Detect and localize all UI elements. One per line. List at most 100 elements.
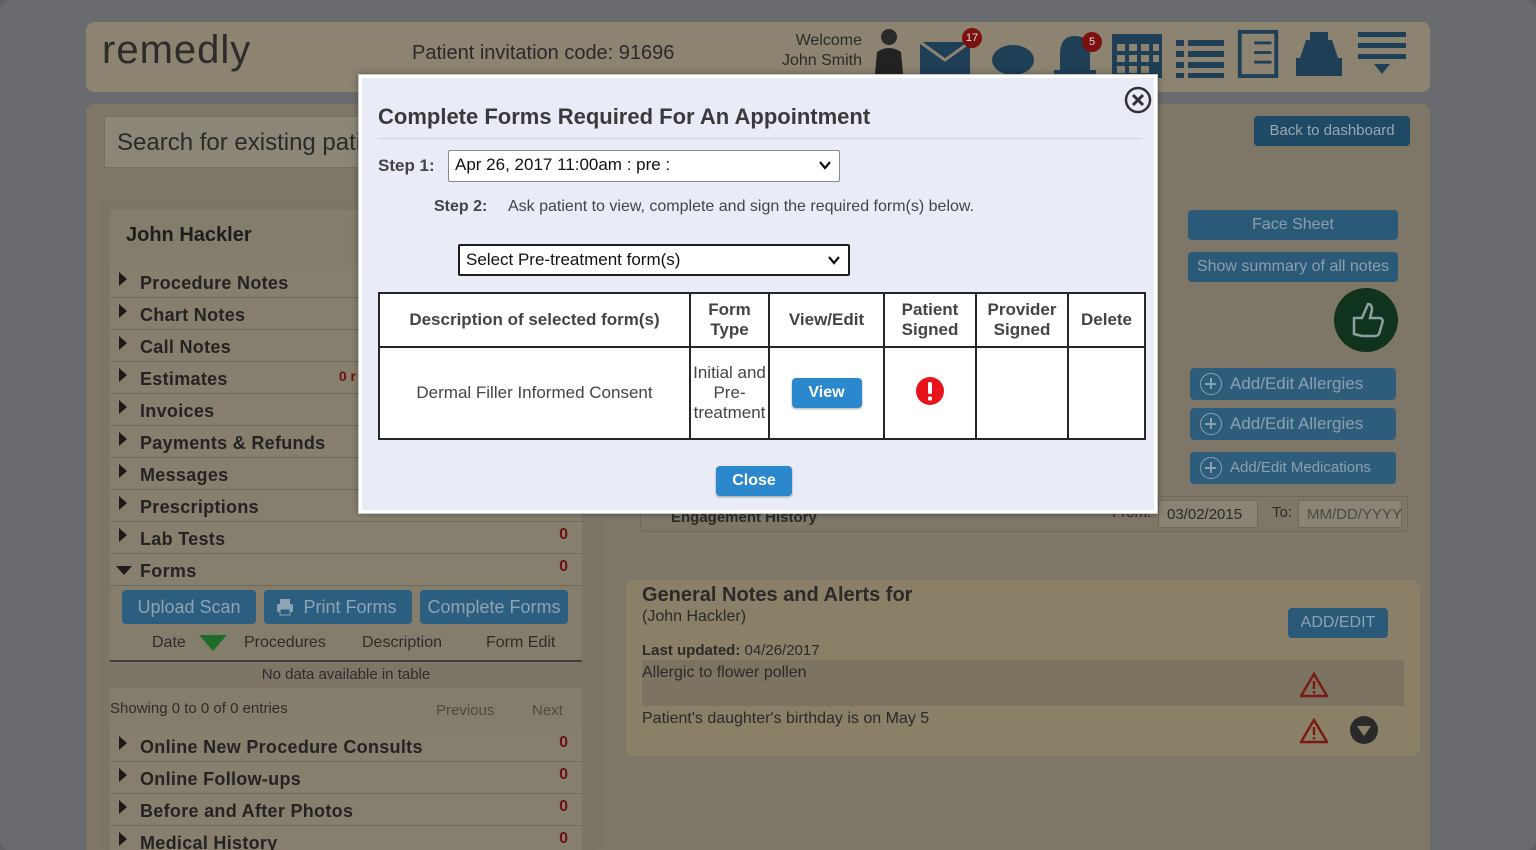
pretreatment-form-select[interactable]: Select Pre-treatment form(s) [458,244,850,276]
add-edit-allergies-button[interactable]: Add/Edit Allergies [1190,368,1396,400]
print-forms-button[interactable]: Print Forms [264,590,412,624]
modal-body: Complete Forms Required For An Appointme… [362,78,1154,510]
patient-invitation-code: Patient invitation code: 91696 [412,42,675,64]
last-updated-label: Last updated: [642,642,741,659]
patient-name: John Hackler [126,224,252,246]
show-summary-button[interactable]: Show summary of all notes [1188,252,1398,282]
appointment-select-value: Apr 26, 2017 11:00am : pre : [455,155,671,174]
nav-item-count: 0 [559,558,568,575]
nav-item-forms[interactable]: Forms 0 [110,554,582,586]
add-edit-allergies-button-2[interactable]: Add/Edit Allergies [1190,408,1396,440]
step2-label: Step 2: [434,198,488,215]
col-description[interactable]: Description [362,634,442,652]
cash-register-icon[interactable] [1292,28,1346,78]
thumbs-up-icon[interactable] [1334,288,1398,352]
last-updated-value: 04/26/2017 [744,642,820,659]
nav-item-label: Online New Procedure Consults [140,737,423,757]
selected-forms-table: Description of selected form(s) Form Typ… [378,292,1146,440]
nav-item-label: Online Follow-ups [140,769,302,789]
th-view-edit: View/Edit [768,292,885,348]
title-divider [378,138,1142,139]
expand-triangle-icon [119,368,127,382]
add-edit-medications-button[interactable]: Add/Edit Medications [1190,452,1396,484]
th-description: Description of selected form(s) [378,292,691,348]
clipboard-checklist-icon[interactable] [1236,28,1280,78]
nav-item-count: 0 [559,766,568,783]
expand-triangle-icon [119,272,127,286]
delete-cell[interactable] [1067,346,1146,440]
nav-item-lab-tests[interactable]: Lab Tests 0 [110,522,582,554]
expand-down-icon[interactable] [1350,716,1378,744]
nav-item-label: Chart Notes [140,305,246,325]
expand-triangle-icon [119,464,127,478]
patient-nav-list-2: Online New Procedure Consults 0 Online Fo… [110,730,582,850]
nav-item-online-follow-ups[interactable]: Online Follow-ups 0 [110,762,582,794]
pagination-next[interactable]: Next [532,702,563,719]
welcome-user-name: John Smith [781,52,862,69]
nav-item-before-after-photos[interactable]: Before and After Photos 0 [110,794,582,826]
add-edit-allergies-label: Add/Edit Allergies [1230,374,1364,393]
general-notes-title: General Notes and Alerts for [642,584,913,606]
view-cell: View [768,346,885,440]
menu-icon[interactable] [1356,28,1408,78]
patient-signed-cell [883,346,977,440]
last-updated: Last updated: 04/26/2017 [642,642,820,659]
mail-badge: 17 [962,28,982,48]
patient-search-input[interactable]: Search for existing patie [104,116,394,168]
remedly-logo[interactable]: remedly [102,28,251,73]
calendar-icon[interactable] [1110,28,1164,78]
complete-forms-button[interactable]: Complete Forms [420,590,568,624]
back-to-dashboard-button[interactable]: Back to dashboard [1254,116,1410,146]
nav-item-count: 0 [559,798,568,815]
complete-forms-modal: Complete Forms Required For An Appointme… [358,74,1158,514]
chevron-down-icon [828,256,840,265]
modal-title: Complete Forms Required For An Appointme… [378,104,871,129]
list-icon[interactable] [1174,28,1226,78]
expand-triangle-icon [119,496,127,510]
collapse-triangle-icon [116,566,132,575]
th-patient-signed: Patient Signed [883,292,977,348]
warning-icon [1300,672,1328,698]
alert-icon [916,376,944,405]
add-edit-medications-label: Add/Edit Medications [1230,459,1371,476]
plus-circle-icon [1200,413,1222,435]
nav-item-medical-history[interactable]: Medical History 0 [110,826,582,850]
appointment-select[interactable]: Apr 26, 2017 11:00am : pre : [448,150,840,182]
user-avatar[interactable] [872,26,906,74]
nav-item-label: Messages [140,465,229,485]
nav-item-count: 0 r [338,368,356,384]
nav-item-label: Prescriptions [140,497,259,517]
welcome-line: Welcome [795,32,862,49]
note-item: Allergic to flower pollen [642,660,1404,706]
col-form-edit[interactable]: Form Edit [486,634,555,652]
th-delete: Delete [1067,292,1146,348]
close-button[interactable]: Close [716,466,792,496]
plus-circle-icon [1200,457,1222,479]
col-date[interactable]: Date [152,634,186,652]
to-date-input[interactable]: MM/DD/YYYY [1298,500,1402,528]
step2-instructions: Ask patient to view, complete and sign t… [508,198,975,215]
expand-triangle-icon [119,432,127,446]
view-button[interactable]: View [791,378,862,408]
face-sheet-button[interactable]: Face Sheet [1188,210,1398,240]
chevron-down-icon [819,161,831,170]
sort-desc-icon[interactable] [198,634,228,652]
nav-item-label: Estimates [140,369,228,389]
plus-circle-icon [1200,373,1222,395]
close-icon[interactable] [1124,86,1152,114]
nav-item-online-consults[interactable]: Online New Procedure Consults 0 [110,730,582,762]
upload-scan-button[interactable]: Upload Scan [122,590,256,624]
expand-triangle-icon [119,304,127,318]
col-procedures[interactable]: Procedures [244,634,326,652]
nav-item-label: Call Notes [140,337,232,357]
notes-add-edit-button[interactable]: ADD/EDIT [1288,608,1388,638]
print-forms-label: Print Forms [303,597,397,617]
nav-item-count: 0 [559,734,568,751]
expand-triangle-icon [119,336,127,350]
table-header-row: Description of selected form(s) Form Typ… [378,292,1146,348]
expand-triangle-icon [119,736,127,750]
pagination-previous[interactable]: Previous [436,702,494,719]
welcome-text: Welcome John Smith [770,31,862,71]
from-date-input[interactable]: 03/02/2015 [1158,500,1258,528]
chat-bubble-icon[interactable] [990,28,1036,78]
